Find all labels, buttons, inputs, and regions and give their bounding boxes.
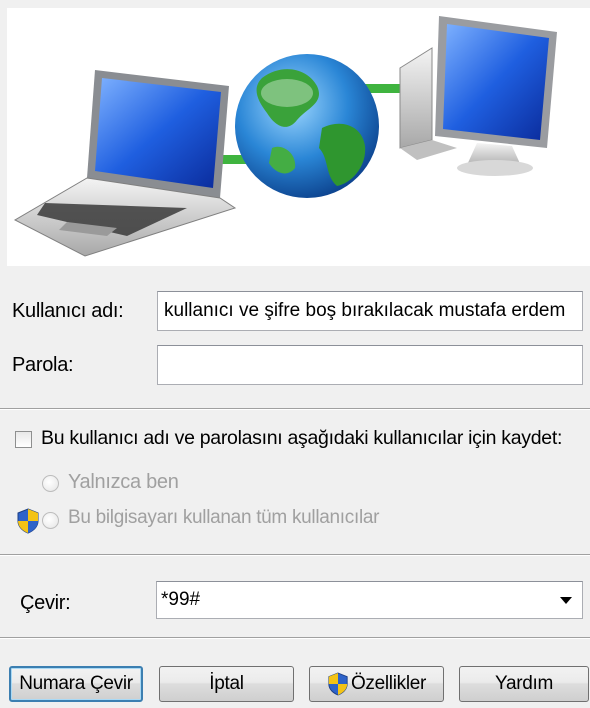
help-button[interactable]: Yardım: [459, 666, 589, 702]
uac-shield-icon: [16, 508, 40, 539]
password-input[interactable]: [157, 345, 583, 385]
radio-all-users-label: Bu bilgisayarı kullanan tüm kullanıcılar: [68, 507, 380, 528]
username-input[interactable]: kullanıcı ve şifre boş bırakılacak musta…: [157, 291, 583, 331]
username-label: Kullanıcı adı:: [12, 300, 124, 322]
radio-only-me[interactable]: [42, 475, 59, 492]
username-value: kullanıcı ve şifre boş bırakılacak musta…: [164, 300, 566, 321]
dial-button[interactable]: Numara Çevir: [9, 666, 143, 702]
laptop-icon: [13, 70, 237, 257]
separator: [0, 637, 590, 639]
cancel-button-label: İptal: [209, 673, 244, 694]
desktop-computer-icon: [399, 16, 557, 176]
password-label: Parola:: [12, 354, 74, 376]
save-credentials-label[interactable]: Bu kullanıcı adı ve parolasını aşağıdaki…: [41, 427, 562, 450]
save-credentials-checkbox[interactable]: [15, 431, 32, 448]
dial-label: Çevir:: [20, 592, 71, 614]
globe-icon: [235, 54, 379, 198]
properties-button-label: Özellikler: [350, 673, 427, 694]
properties-button[interactable]: Özellikler: [309, 666, 444, 702]
help-button-label: Yardım: [494, 673, 554, 694]
uac-shield-icon: [327, 672, 349, 696]
cancel-button[interactable]: İptal: [159, 666, 294, 702]
network-banner: [7, 8, 590, 266]
dial-button-label: Numara Çevir: [19, 673, 133, 694]
dial-combobox[interactable]: *99#: [156, 581, 583, 619]
separator: [0, 554, 590, 556]
chevron-down-icon[interactable]: [560, 597, 572, 604]
radio-all-users[interactable]: [42, 512, 59, 529]
dial-value: *99#: [161, 589, 201, 610]
separator: [0, 408, 590, 410]
radio-only-me-label: Yalnızca ben: [68, 471, 179, 493]
